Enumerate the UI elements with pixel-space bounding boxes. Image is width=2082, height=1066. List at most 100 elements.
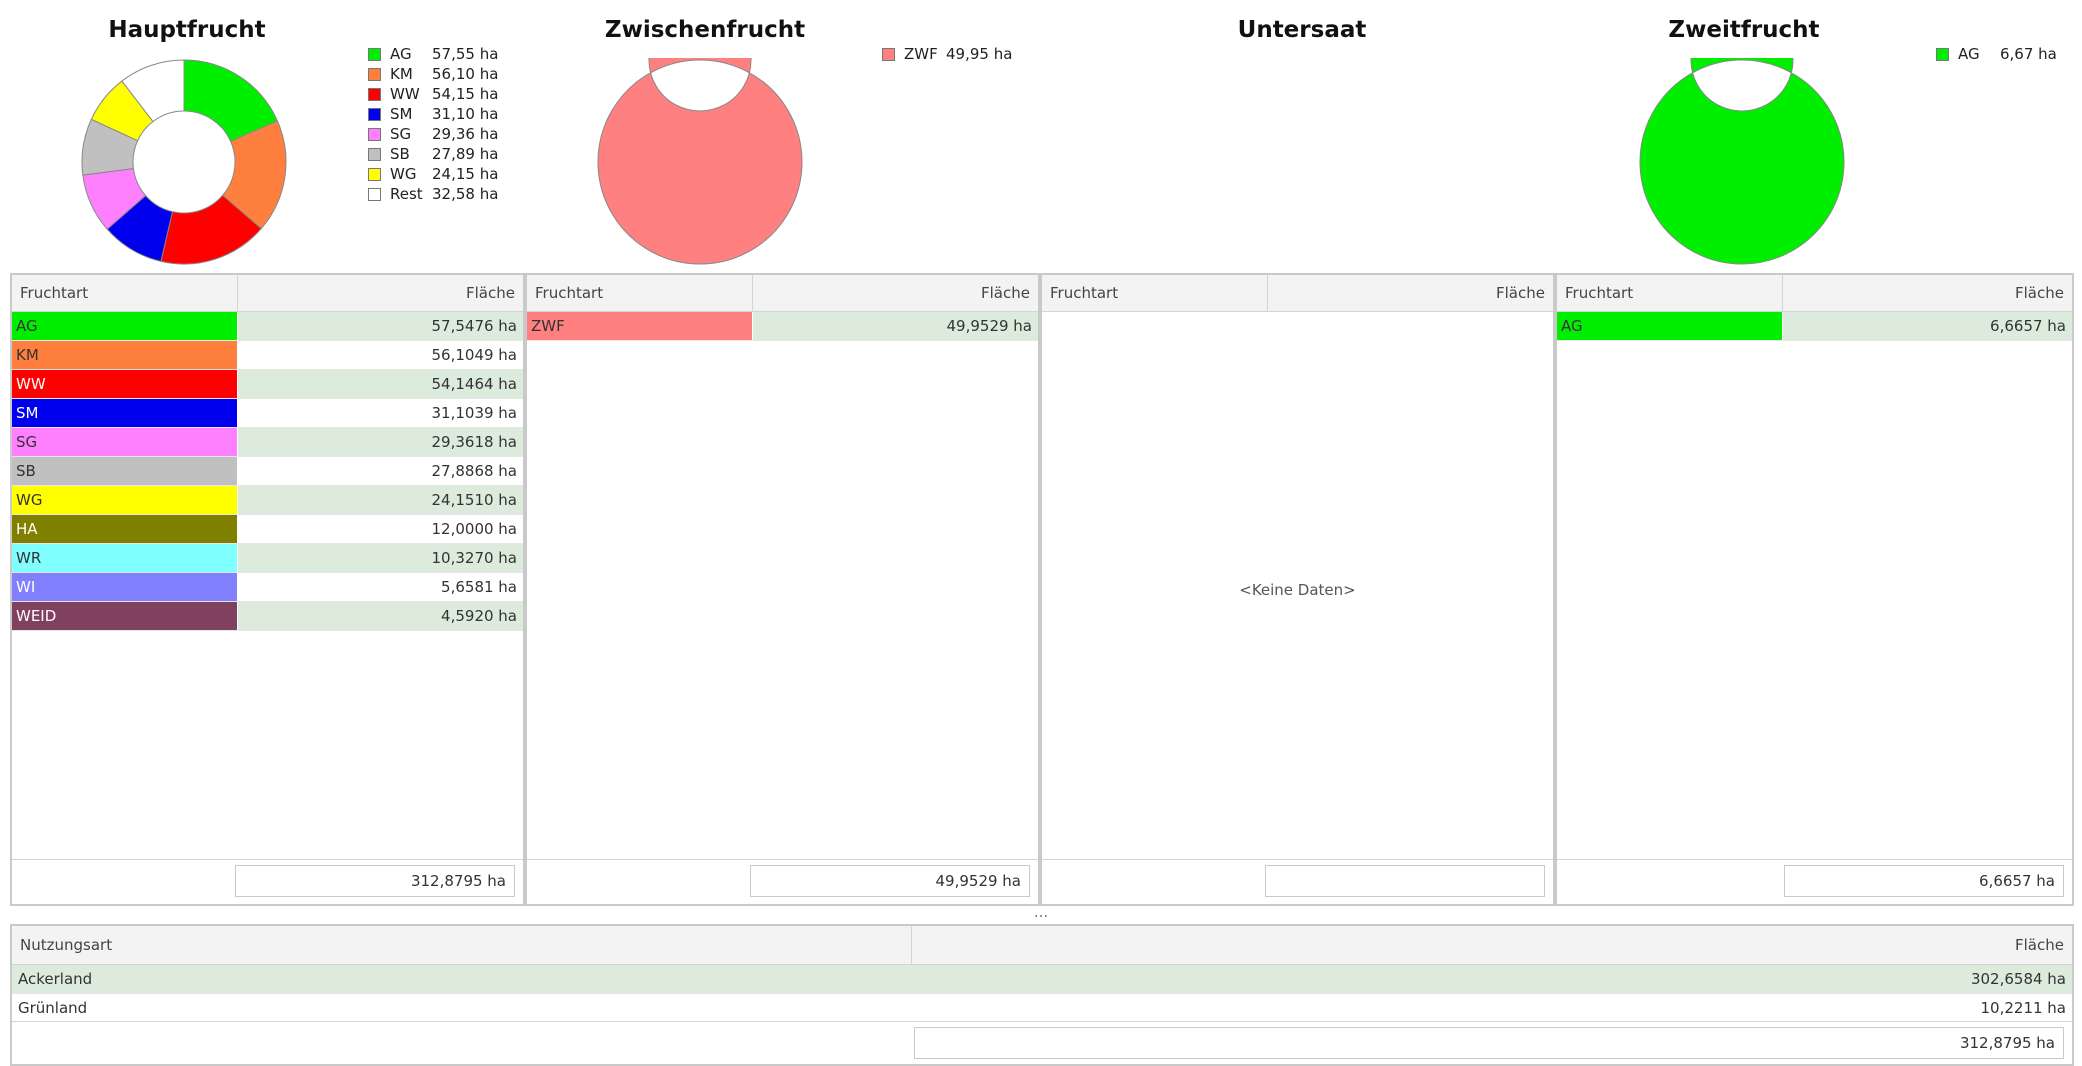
donut-chart[interactable] [596, 58, 804, 266]
column-header-fruchtart[interactable]: Fruchtart [527, 275, 753, 311]
chart-legend: AG 57,55 ha KM 56,10 ha WW 54,15 ha SM 31,10 ha… [368, 44, 498, 204]
legend-value: 24,15 ha [432, 165, 499, 183]
splitter-handle[interactable]: ... [1030, 905, 1052, 924]
legend-swatch [368, 127, 381, 141]
column-header-nutzungsart[interactable]: Nutzungsart [12, 926, 912, 964]
legend-swatch [368, 167, 381, 181]
cell-flaeche[interactable]: 6,6657 ha [1783, 312, 2072, 340]
cell-flaeche[interactable]: 10,3270 ha [238, 544, 523, 572]
donut-chart[interactable] [80, 58, 288, 266]
column-header-flaeche[interactable]: Fläche [912, 926, 2072, 964]
cell-fruchtart[interactable]: SM [12, 399, 238, 427]
column-header-fruchtart[interactable]: Fruchtart [1557, 275, 1783, 311]
cell-fruchtart[interactable]: ZWF [527, 312, 753, 340]
cell-flaeche[interactable]: 10,2211 ha [918, 994, 2072, 1022]
total-field [1265, 865, 1545, 897]
table-row[interactable]: WEID 4,5920 ha [12, 602, 523, 631]
chart-title: Hauptfrucht [108, 17, 266, 43]
chart-title: Untersaat [1237, 17, 1367, 43]
grid-header: Fruchtart Fläche [527, 275, 1038, 312]
column-header-flaeche[interactable]: Fläche [1268, 275, 1553, 311]
table-row[interactable]: WG 24,1510 ha [12, 486, 523, 515]
cell-flaeche[interactable]: 49,9529 ha [753, 312, 1038, 340]
chart-zwischenfrucht: Zwischenfrucht ZWF 49,95 ha [520, 0, 1040, 270]
cell-nutzungsart[interactable]: Grünland [12, 994, 918, 1022]
cell-flaeche[interactable]: 57,5476 ha [238, 312, 523, 340]
legend-item: AG 6,67 ha [1936, 44, 2057, 64]
table-row[interactable]: SG 29,3618 ha [12, 428, 523, 457]
cell-flaeche[interactable]: 302,6584 ha [918, 965, 2072, 993]
grid-header: Fruchtart Fläche [1042, 275, 1553, 312]
legend-label: AG [1958, 45, 1980, 63]
grid-zweitfrucht: Fruchtart Fläche AG 6,6657 ha 6,6657 ha [1555, 273, 2074, 906]
legend-swatch [368, 67, 381, 81]
table-row[interactable]: Ackerland 302,6584 ha [12, 965, 2072, 994]
cell-fruchtart[interactable]: HA [12, 515, 238, 543]
legend-label: SB [390, 145, 410, 163]
legend-swatch [368, 47, 381, 61]
cell-fruchtart[interactable]: WG [12, 486, 238, 514]
grid-header: Fruchtart Fläche [12, 275, 523, 312]
cell-flaeche[interactable]: 56,1049 ha [238, 341, 523, 369]
column-header-flaeche[interactable]: Fläche [238, 275, 523, 311]
table-row[interactable]: WR 10,3270 ha [12, 544, 523, 573]
donut-chart[interactable] [1638, 58, 1846, 266]
grid-footer: 312,8795 ha [12, 859, 523, 904]
cell-nutzungsart[interactable]: Ackerland [12, 965, 918, 993]
grid-header: Nutzungsart Fläche [12, 926, 2072, 965]
cell-flaeche[interactable]: 54,1464 ha [238, 370, 523, 398]
cell-fruchtart[interactable]: KM [12, 341, 238, 369]
cell-fruchtart[interactable]: AG [12, 312, 238, 340]
legend-value: 32,58 ha [432, 185, 499, 203]
legend-item: WW 54,15 ha [368, 84, 498, 104]
table-row[interactable]: HA 12,0000 ha [12, 515, 523, 544]
table-row[interactable]: AG 6,6657 ha [1557, 312, 2072, 341]
legend-value: 29,36 ha [432, 125, 499, 143]
slice-ag[interactable] [1639, 58, 1845, 265]
cell-fruchtart[interactable]: AG [1557, 312, 1783, 340]
table-row[interactable]: AG 57,5476 ha [12, 312, 523, 341]
grid-untersaat: Fruchtart Fläche <Keine Daten> [1040, 273, 1555, 906]
slice-zwf[interactable] [597, 58, 803, 265]
cell-fruchtart[interactable]: SB [12, 457, 238, 485]
cell-flaeche[interactable]: 31,1039 ha [238, 399, 523, 427]
legend-label: KM [390, 65, 413, 83]
grid-zwischenfrucht: Fruchtart Fläche ZWF 49,9529 ha 49,9529 h… [525, 273, 1040, 906]
total-field: 312,8795 ha [235, 865, 515, 897]
table-row[interactable]: SB 27,8868 ha [12, 457, 523, 486]
cell-fruchtart[interactable]: WR [12, 544, 238, 572]
column-header-fruchtart[interactable]: Fruchtart [1042, 275, 1268, 311]
cell-flaeche[interactable]: 29,3618 ha [238, 428, 523, 456]
column-header-fruchtart[interactable]: Fruchtart [12, 275, 238, 311]
table-row[interactable]: KM 56,1049 ha [12, 341, 523, 370]
legend-item: WG 24,15 ha [368, 164, 498, 184]
cell-fruchtart[interactable]: WEID [12, 602, 238, 630]
legend-value: 56,10 ha [432, 65, 499, 83]
legend-value: 54,15 ha [432, 85, 499, 103]
cell-flaeche[interactable]: 5,6581 ha [238, 573, 523, 601]
legend-item: AG 57,55 ha [368, 44, 498, 64]
legend-label: AG [390, 45, 412, 63]
table-row[interactable]: WI 5,6581 ha [12, 573, 523, 602]
table-row[interactable]: Grünland 10,2211 ha [12, 994, 2072, 1023]
grid-header: Fruchtart Fläche [1557, 275, 2072, 312]
cell-flaeche[interactable]: 12,0000 ha [238, 515, 523, 543]
cell-flaeche[interactable]: 27,8868 ha [238, 457, 523, 485]
cell-fruchtart[interactable]: WW [12, 370, 238, 398]
cell-fruchtart[interactable]: SG [12, 428, 238, 456]
table-row[interactable]: ZWF 49,9529 ha [527, 312, 1038, 341]
grid-footer [1042, 859, 1553, 904]
table-row[interactable]: WW 54,1464 ha [12, 370, 523, 399]
legend-item: ZWF 49,95 ha [882, 44, 1012, 64]
grid-footer: 49,9529 ha [527, 859, 1038, 904]
total-field: 6,6657 ha [1784, 865, 2064, 897]
chart-title: Zwischenfrucht [604, 17, 806, 43]
legend-swatch [368, 187, 381, 201]
cell-fruchtart[interactable]: WI [12, 573, 238, 601]
cell-flaeche[interactable]: 4,5920 ha [238, 602, 523, 630]
table-row[interactable]: SM 31,1039 ha [12, 399, 523, 428]
column-header-flaeche[interactable]: Fläche [753, 275, 1038, 311]
cell-flaeche[interactable]: 24,1510 ha [238, 486, 523, 514]
chart-zweitfrucht: Zweitfrucht AG 6,67 ha [1560, 0, 2082, 270]
column-header-flaeche[interactable]: Fläche [1783, 275, 2072, 311]
